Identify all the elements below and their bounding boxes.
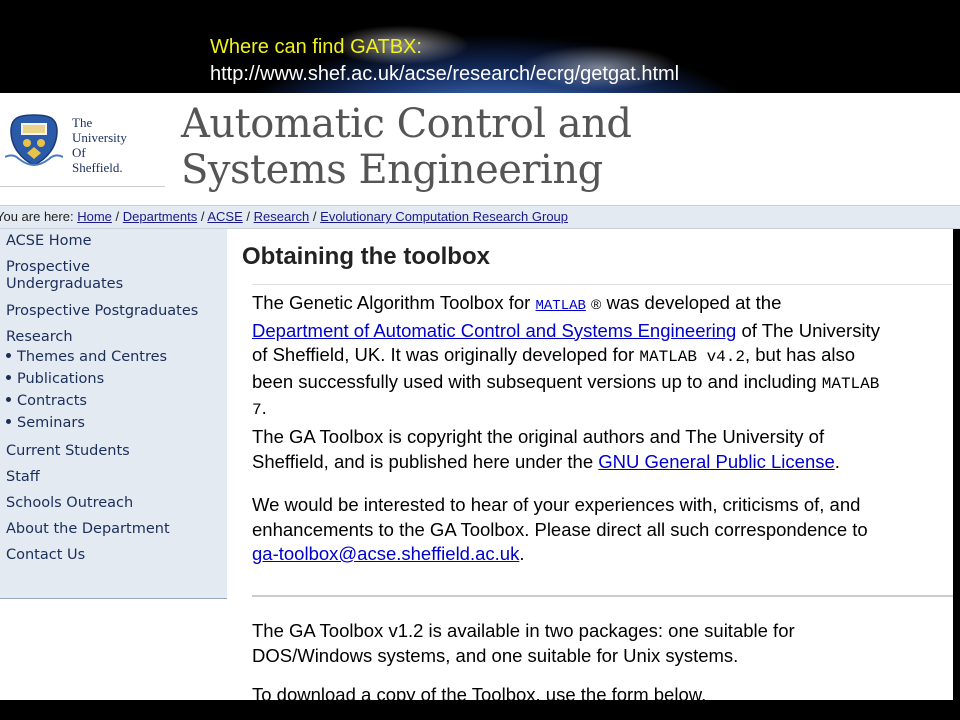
department-title: Automatic Control and Systems Engineerin… bbox=[181, 101, 632, 193]
breadcrumb-separator: / bbox=[246, 209, 251, 224]
slide-banner: Where can find GATBX: http://www.shef.ac… bbox=[0, 0, 960, 93]
email-link[interactable]: ga-toolbox@acse.sheffield.ac.uk bbox=[252, 543, 519, 564]
paragraph-intro: The Genetic Algorithm Toolbox for MATLAB… bbox=[252, 292, 880, 419]
scrollbar[interactable] bbox=[953, 229, 960, 700]
paragraph-packages: The GA Toolbox v1.2 is available in two … bbox=[252, 620, 795, 666]
paragraph-feedback: We would be interested to hear of your e… bbox=[252, 494, 868, 564]
breadcrumb-research-link[interactable]: Research bbox=[254, 209, 310, 224]
breadcrumb-home-link[interactable]: Home bbox=[77, 209, 112, 224]
paragraph-download: To download a copy of the Toolbox, use t… bbox=[252, 684, 707, 700]
bullet-icon bbox=[6, 375, 11, 380]
university-name: The University Of Sheffield. bbox=[72, 115, 127, 175]
university-logo[interactable]: The University Of Sheffield. bbox=[0, 93, 165, 187]
sidebar-item-prospective-undergraduates[interactable]: Prospective Undergraduates bbox=[6, 259, 123, 293]
sidebar-item-current-students[interactable]: Current Students bbox=[6, 443, 130, 460]
sidebar-item-prospective-postgraduates[interactable]: Prospective Postgraduates bbox=[6, 303, 198, 320]
gpl-link[interactable]: GNU General Public License bbox=[598, 451, 835, 472]
breadcrumb-separator: / bbox=[115, 209, 120, 224]
page-title: Obtaining the toolbox bbox=[242, 243, 490, 270]
title-divider bbox=[252, 284, 952, 285]
section-divider bbox=[252, 595, 960, 597]
breadcrumb-acse-link[interactable]: ACSE bbox=[207, 209, 242, 224]
sidebar-item-research[interactable]: Research bbox=[6, 329, 73, 346]
banner-url: http://www.shef.ac.uk/acse/research/ecrg… bbox=[210, 63, 680, 85]
site-header: The University Of Sheffield. Automatic C… bbox=[0, 93, 960, 201]
paragraph-copyright: The GA Toolbox is copyright the original… bbox=[252, 426, 840, 472]
matlab-link[interactable]: MATLAB bbox=[535, 298, 585, 314]
banner-caption: Where can find GATBX: bbox=[210, 36, 422, 58]
sidebar-item-contact[interactable]: Contact Us bbox=[6, 547, 85, 564]
web-page: The University Of Sheffield. Automatic C… bbox=[0, 93, 960, 700]
sidebar-item-staff[interactable]: Staff bbox=[6, 469, 40, 486]
sidebar-subitem-themes[interactable]: Themes and Centres bbox=[6, 349, 167, 366]
breadcrumb-lead: You are here: bbox=[0, 209, 74, 224]
sidebar-subitem-publications[interactable]: Publications bbox=[6, 371, 104, 388]
sidebar-subitem-seminars[interactable]: Seminars bbox=[6, 415, 85, 432]
breadcrumb: You are here: Home / Departments / ACSE … bbox=[0, 205, 960, 229]
main-content: Obtaining the toolbox The Genetic Algori… bbox=[228, 229, 960, 700]
slide-bottom-bar bbox=[0, 700, 960, 720]
department-link[interactable]: Department of Automatic Control and Syst… bbox=[252, 320, 736, 341]
sidebar-item-schools-outreach[interactable]: Schools Outreach bbox=[6, 495, 133, 512]
sidebar-item-acse-home[interactable]: ACSE Home bbox=[6, 233, 92, 250]
sidebar-nav: ACSE Home Prospective Undergraduates Pro… bbox=[0, 229, 227, 599]
breadcrumb-ecrg-link[interactable]: Evolutionary Computation Research Group bbox=[320, 209, 568, 224]
breadcrumb-separator: / bbox=[200, 209, 205, 224]
bullet-icon bbox=[6, 419, 11, 424]
bullet-icon bbox=[6, 397, 11, 402]
sidebar-subitem-contracts[interactable]: Contracts bbox=[6, 393, 87, 410]
breadcrumb-separator: / bbox=[312, 209, 317, 224]
shield-icon bbox=[5, 114, 63, 167]
bullet-icon bbox=[6, 353, 11, 358]
sidebar-item-about[interactable]: About the Department bbox=[6, 521, 170, 538]
breadcrumb-departments-link[interactable]: Departments bbox=[123, 209, 197, 224]
